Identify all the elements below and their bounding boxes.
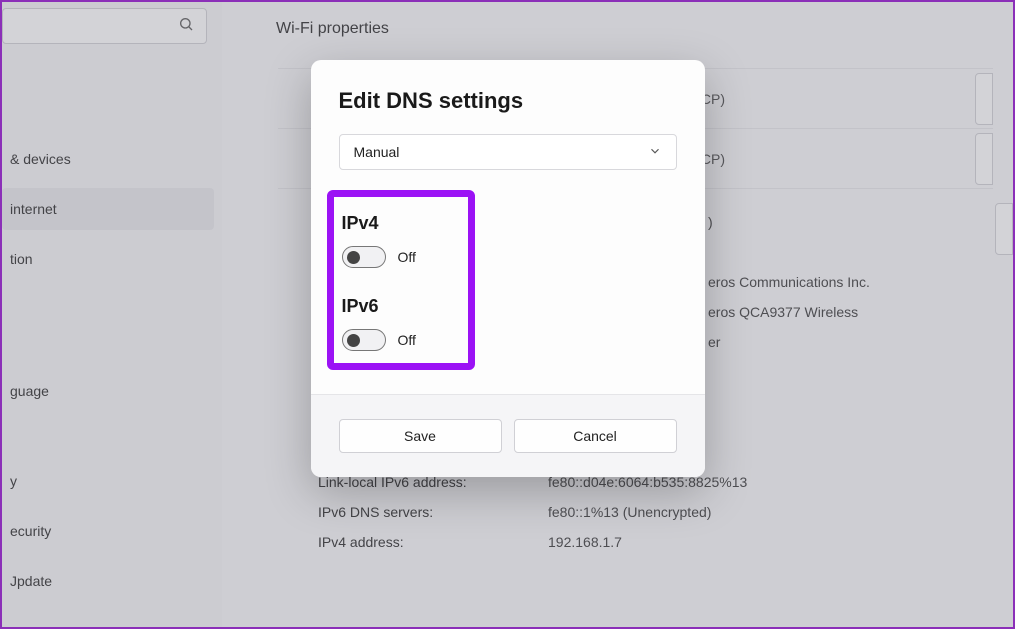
dns-settings-dialog: Edit DNS settings Manual IPv4 Off IPv6 [311, 60, 705, 477]
ipv6-group: IPv6 Off [342, 296, 456, 351]
dialog-backdrop: Edit DNS settings Manual IPv4 Off IPv6 [2, 2, 1013, 627]
ipv4-group: IPv4 Off [342, 213, 456, 268]
ipv4-label: IPv4 [342, 213, 456, 234]
chevron-down-icon [648, 144, 662, 161]
ipv-highlight-box: IPv4 Off IPv6 Off [327, 190, 475, 370]
ipv6-state: Off [398, 332, 416, 348]
toggle-knob [347, 334, 360, 347]
ipv4-state: Off [398, 249, 416, 265]
save-button[interactable]: Save [339, 419, 502, 453]
dialog-title: Edit DNS settings [339, 88, 677, 114]
ipv6-toggle[interactable] [342, 329, 386, 351]
ipv6-label: IPv6 [342, 296, 456, 317]
cancel-button[interactable]: Cancel [514, 419, 677, 453]
ipv4-toggle[interactable] [342, 246, 386, 268]
toggle-knob [347, 251, 360, 264]
select-value: Manual [354, 144, 400, 160]
dialog-footer: Save Cancel [311, 394, 705, 477]
dns-mode-select[interactable]: Manual [339, 134, 677, 170]
